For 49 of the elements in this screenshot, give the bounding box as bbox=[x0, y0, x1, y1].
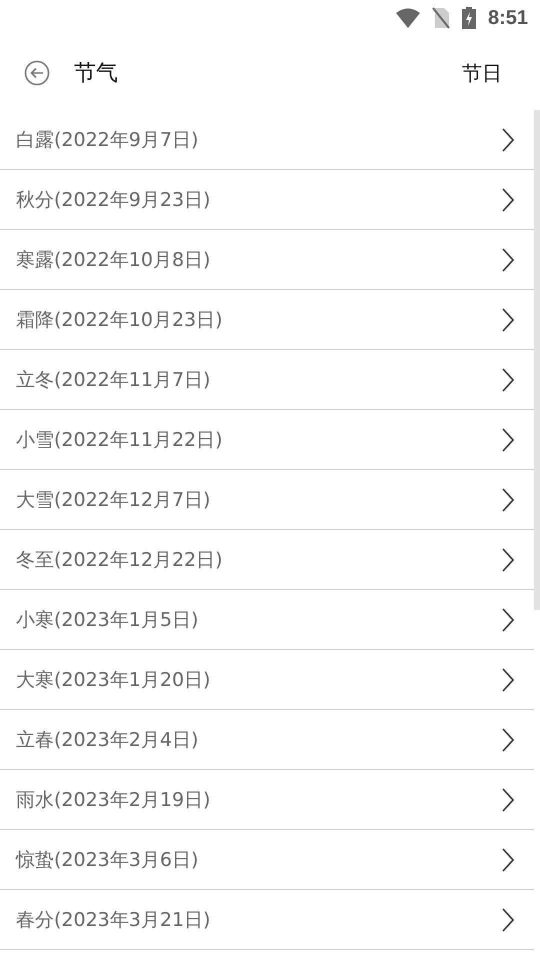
list-item[interactable]: 小寒(2023年1月5日) bbox=[0, 590, 534, 650]
item-label: 小雪(2022年11月22日) bbox=[16, 428, 223, 452]
chevron-icon bbox=[502, 368, 514, 392]
list-item[interactable]: 秋分(2022年9月23日) bbox=[0, 170, 534, 230]
list-item[interactable]: 惊蛰(2023年3月6日) bbox=[0, 830, 534, 890]
list-item[interactable]: 小雪(2022年11月22日) bbox=[0, 410, 534, 470]
chevron-icon bbox=[502, 548, 514, 572]
list-item[interactable]: 大寒(2023年1月20日) bbox=[0, 650, 534, 710]
item-label: 惊蛰(2023年3月6日) bbox=[16, 848, 198, 872]
item-label: 小寒(2023年1月5日) bbox=[16, 608, 198, 632]
chevron-icon bbox=[502, 128, 514, 152]
chevron-icon bbox=[502, 488, 514, 512]
page-title: 节气 bbox=[74, 60, 119, 88]
list-item[interactable]: 立春(2023年2月4日) bbox=[0, 710, 534, 770]
item-label: 秋分(2022年9月23日) bbox=[16, 188, 210, 212]
list-item[interactable]: 大雪(2022年12月7日) bbox=[0, 470, 534, 530]
item-label: 立春(2023年2月4日) bbox=[16, 728, 198, 752]
no-sim-icon bbox=[432, 7, 450, 29]
list-item[interactable]: 春分(2023年3月21日) bbox=[0, 890, 534, 950]
list-item[interactable]: 霜降(2022年10月23日) bbox=[0, 290, 534, 350]
list-item[interactable]: 冬至(2022年12月22日) bbox=[0, 530, 534, 590]
battery-icon bbox=[462, 7, 476, 29]
item-label: 春分(2023年3月21日) bbox=[16, 908, 210, 932]
list-item[interactable]: 雨水(2023年2月19日) bbox=[0, 770, 534, 830]
chevron-icon bbox=[502, 428, 514, 452]
chevron-icon bbox=[502, 188, 514, 212]
wifi-icon bbox=[396, 8, 420, 28]
back-icon[interactable] bbox=[24, 60, 50, 86]
item-label: 雨水(2023年2月19日) bbox=[16, 788, 210, 812]
chevron-icon bbox=[502, 668, 514, 692]
festival-button[interactable]: 节日 bbox=[448, 52, 516, 94]
item-label: 大雪(2022年12月7日) bbox=[16, 488, 210, 512]
item-label: 大寒(2023年1月20日) bbox=[16, 668, 210, 692]
chevron-icon bbox=[502, 728, 514, 752]
list-item[interactable]: 立冬(2022年11月7日) bbox=[0, 350, 534, 410]
chevron-icon bbox=[502, 908, 514, 932]
list-item[interactable]: 寒露(2022年10月8日) bbox=[0, 230, 534, 290]
item-label: 白露(2022年9月7日) bbox=[16, 128, 198, 152]
chevron-icon bbox=[502, 308, 514, 332]
item-label: 冬至(2022年12月22日) bbox=[16, 548, 223, 572]
chevron-icon bbox=[502, 848, 514, 872]
item-label: 立冬(2022年11月7日) bbox=[16, 368, 210, 392]
chevron-icon bbox=[502, 788, 514, 812]
item-label: 霜降(2022年10月23日) bbox=[16, 308, 223, 332]
item-label: 寒露(2022年10月8日) bbox=[16, 248, 210, 272]
list-item[interactable]: 白露(2022年9月7日) bbox=[0, 110, 534, 170]
chevron-icon bbox=[502, 608, 514, 632]
status-time: 8:51 bbox=[488, 6, 528, 30]
chevron-icon bbox=[502, 248, 514, 272]
